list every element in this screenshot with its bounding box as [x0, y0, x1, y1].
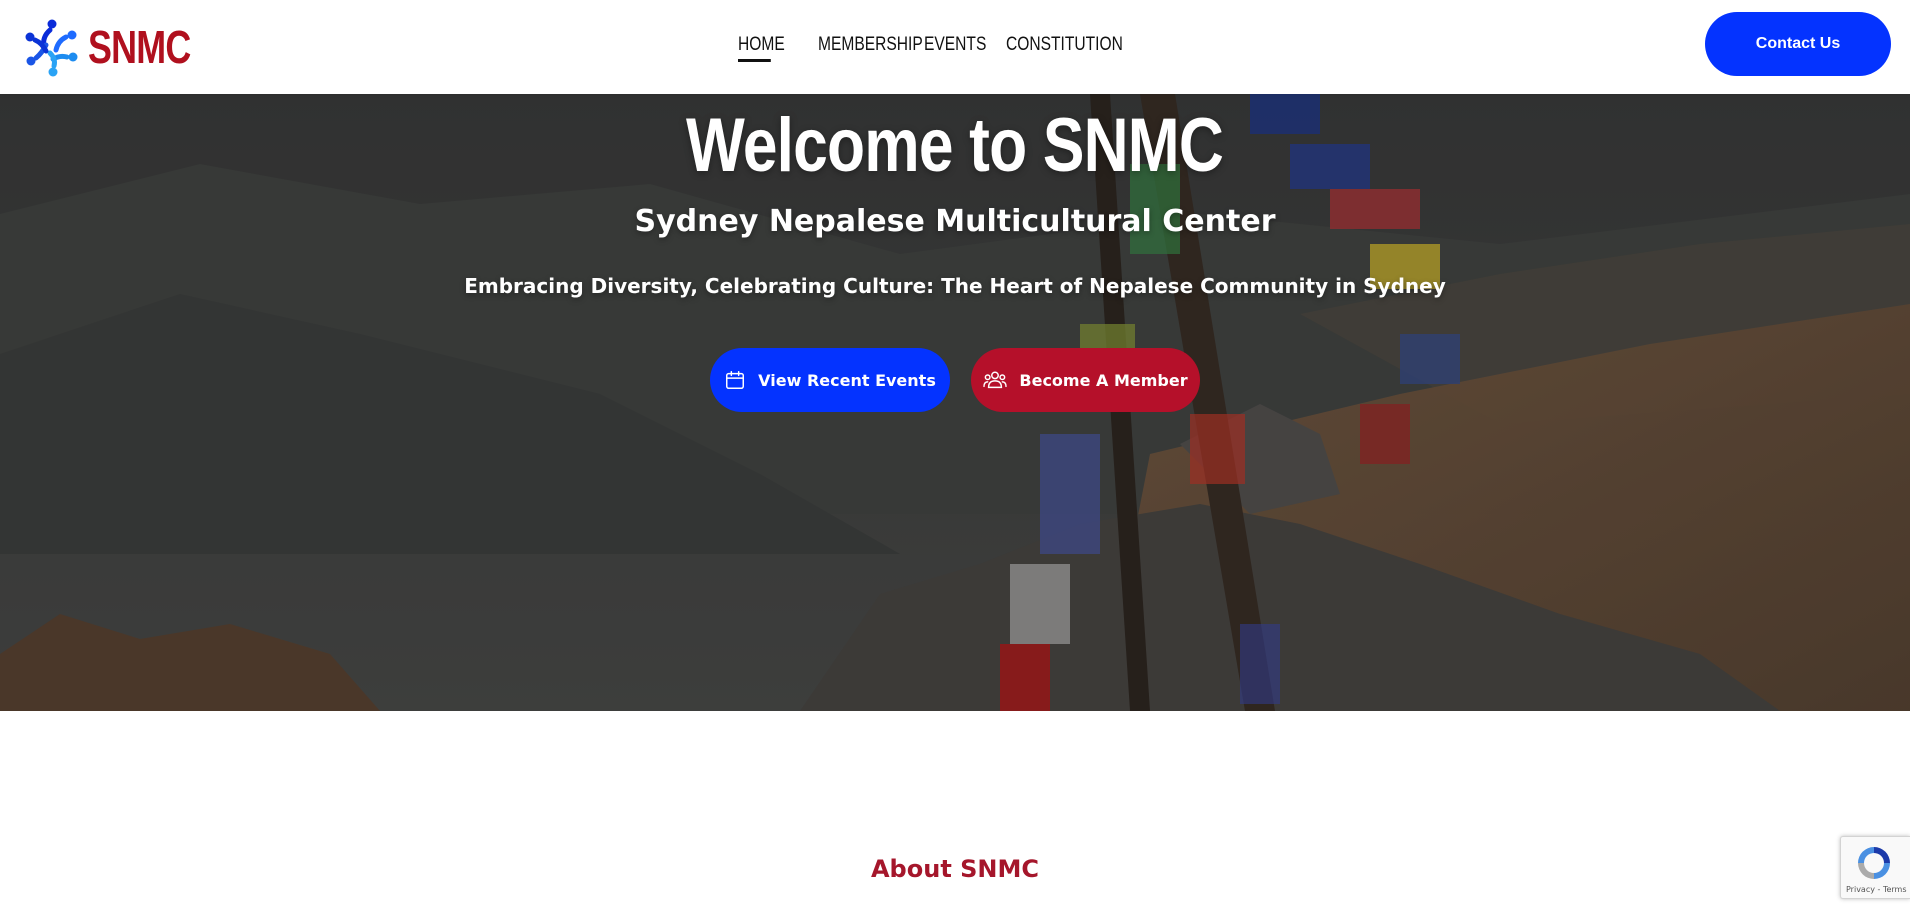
hero-section: Welcome to SNMC Sydney Nepalese Multicul…: [0, 94, 1910, 711]
site-logo[interactable]: SNMC: [20, 14, 219, 80]
main-nav: HOME MEMBERSHIP EVENTS CONSTITUTION: [738, 34, 1189, 62]
calendar-icon: [724, 369, 746, 391]
about-heading: About SNMC: [870, 855, 1040, 883]
recaptcha-links[interactable]: Privacy - Terms: [1846, 885, 1907, 894]
become-a-member-button[interactable]: Become A Member: [971, 348, 1200, 412]
nav-item-membership[interactable]: MEMBERSHIP: [818, 34, 923, 62]
recaptcha-icon: [1858, 847, 1890, 879]
people-circle-logo-icon: [25, 19, 78, 77]
nav-item-home[interactable]: HOME: [738, 34, 785, 62]
hero-tagline: Embracing Diversity, Celebrating Culture…: [464, 274, 1446, 298]
become-a-member-label: Become A Member: [1019, 370, 1188, 390]
site-header: SNMC HOME MEMBERSHIP EVENTS CONSTITUTION…: [0, 0, 1910, 94]
nav-item-events[interactable]: EVENTS: [924, 34, 986, 62]
users-icon: [983, 369, 1008, 391]
hero-subtitle: Sydney Nepalese Multicultural Center: [634, 204, 1276, 239]
contact-us-button[interactable]: Contact Us: [1705, 12, 1891, 76]
view-recent-events-label: View Recent Events: [758, 370, 936, 390]
nav-item-constitution[interactable]: CONSTITUTION: [1006, 34, 1123, 62]
hero-title: Welcome to SNMC: [0, 102, 1910, 189]
logo-wordmark: SNMC: [88, 21, 191, 73]
recaptcha-badge[interactable]: Privacy - Terms: [1840, 836, 1910, 899]
hero-title-text: Welcome to SNMC: [686, 103, 1224, 188]
view-recent-events-button[interactable]: View Recent Events: [710, 348, 950, 412]
